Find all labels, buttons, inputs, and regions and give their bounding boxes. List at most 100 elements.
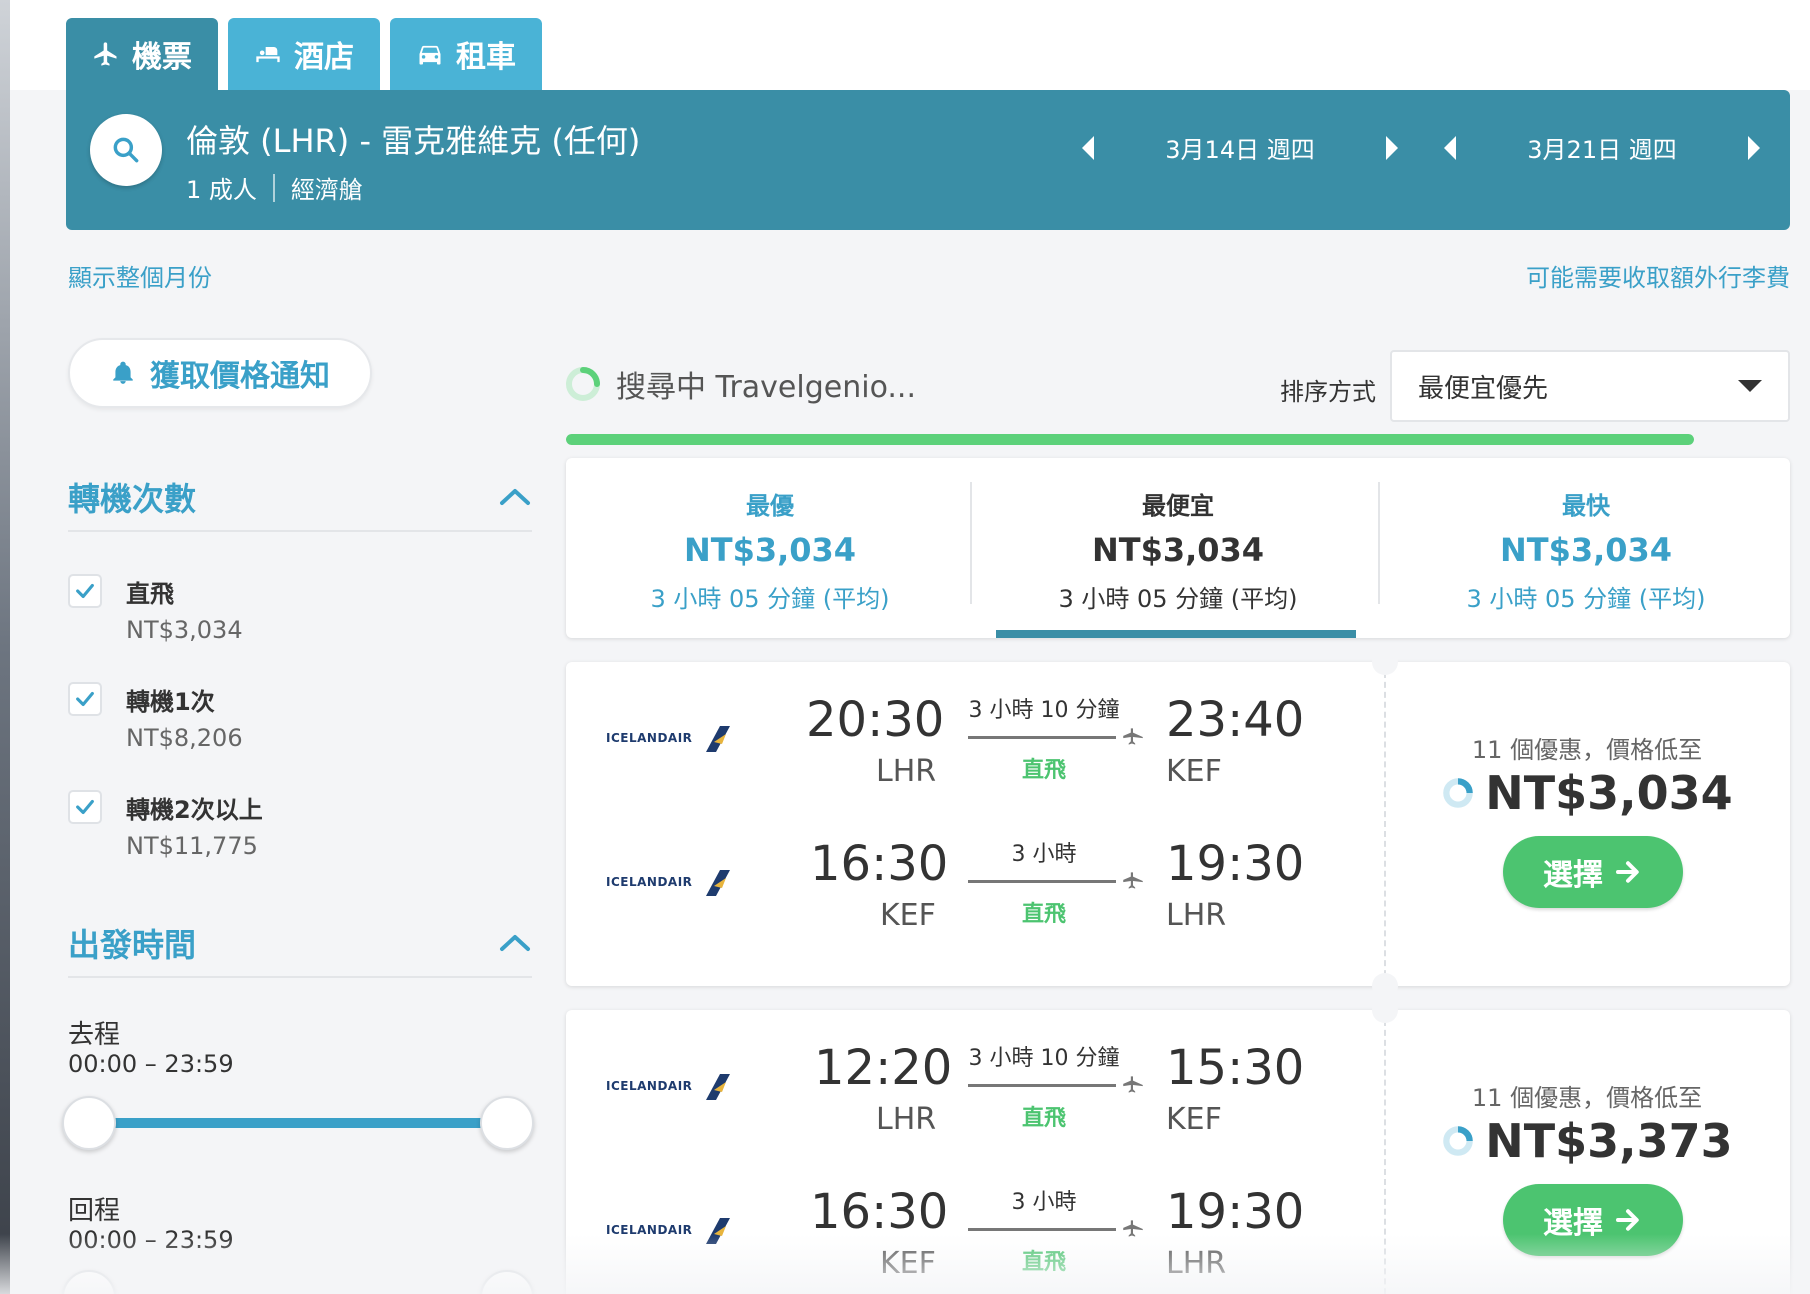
- arrival-airport: LHR: [1166, 898, 1227, 933]
- edit-search-button[interactable]: [90, 114, 162, 186]
- checkmark-icon: [76, 799, 94, 815]
- sort-label: 排序方式: [1280, 378, 1376, 406]
- plane-icon: [1123, 1076, 1143, 1093]
- offers-count: 11 個優惠，價格低至: [1471, 736, 1703, 764]
- show-whole-month-link[interactable]: 顯示整個月份: [68, 258, 212, 293]
- outbound-slider-start-handle[interactable]: [62, 1096, 116, 1150]
- ticket-notch: [1372, 973, 1398, 999]
- outbound-slider-track[interactable]: [90, 1118, 508, 1128]
- stops-label: 直飛: [1021, 1106, 1066, 1131]
- product-tabs: 機票 酒店 租車: [66, 18, 542, 90]
- flight-duration: 3 小時 10 分鐘: [968, 698, 1120, 723]
- summary-cheapest[interactable]: 最便宜 NT$3,034 3 小時 05 分鐘 (平均): [974, 458, 1382, 638]
- select-flight-button[interactable]: 選擇: [1503, 836, 1683, 908]
- airline-logo: ICELANDAIR: [606, 724, 732, 752]
- divider: [68, 530, 532, 532]
- icelandair-tail-icon: [706, 1218, 731, 1244]
- sort-select[interactable]: 最便宜優先: [1390, 350, 1790, 422]
- return-date[interactable]: 3月21日 週四: [1456, 130, 1748, 165]
- flight-leg-outbound: ICELANDAIR 12:20 LHR 3 小時 10 分鐘 直飛 15:30…: [566, 1040, 1384, 1160]
- select-button-label: 選擇: [1543, 858, 1603, 893]
- airline-name: ICELANDAIR: [606, 875, 693, 889]
- loading-spinner-icon: [566, 367, 600, 401]
- passenger-cabin-info[interactable]: 1 成人 經濟艙: [186, 170, 363, 205]
- chevron-up-icon: [500, 935, 530, 951]
- depart-date-picker: 3月14日 週四: [1082, 130, 1398, 165]
- summary-duration: 3 小時 05 分鐘 (平均): [1466, 585, 1706, 613]
- search-status-text: 搜尋中 Travelgenio...: [616, 370, 916, 405]
- checkmark-icon: [76, 691, 94, 707]
- checkmark-icon: [76, 583, 94, 599]
- search-progress-bar: [566, 434, 1694, 445]
- flight-search-page: 機票 酒店 租車 倫敦 (LHR) - 雷克雅維克 (任何) 1 成人 經濟艙 …: [0, 0, 1810, 1294]
- departure-airport: KEF: [880, 1246, 936, 1281]
- select-flight-button[interactable]: 選擇: [1503, 1184, 1683, 1256]
- next-return-date-button[interactable]: [1748, 135, 1760, 160]
- arrival-time: 23:40: [1166, 692, 1305, 748]
- checkbox[interactable]: [68, 574, 102, 608]
- arrow-right-icon: [1616, 1209, 1639, 1231]
- price-alert-label: 獲取價格通知: [150, 359, 330, 394]
- airline-logo: ICELANDAIR: [606, 1072, 732, 1100]
- departure-time-filter-header[interactable]: 出發時間: [68, 920, 532, 966]
- prev-return-date-button[interactable]: [1444, 135, 1456, 160]
- divider: [1378, 482, 1380, 604]
- next-depart-date-button[interactable]: [1386, 135, 1398, 160]
- plane-icon: [1123, 728, 1143, 745]
- checkbox[interactable]: [68, 682, 102, 716]
- search-route[interactable]: 倫敦 (LHR) - 雷克雅維克 (任何): [186, 116, 640, 162]
- result-card: ICELANDAIR 12:20 LHR 3 小時 10 分鐘 直飛 15:30…: [566, 997, 1790, 1294]
- arrival-airport: LHR: [1166, 1246, 1227, 1281]
- return-slider-start-handle[interactable]: [62, 1270, 116, 1294]
- price-alert-button[interactable]: 獲取價格通知: [68, 338, 372, 408]
- tab-hotels[interactable]: 酒店: [228, 18, 380, 90]
- stops-filter-header[interactable]: 轉機次數: [68, 474, 532, 520]
- flight-duration: 3 小時: [1011, 842, 1077, 867]
- summary-best[interactable]: 最優 NT$3,034 3 小時 05 分鐘 (平均): [566, 458, 974, 638]
- offers-count: 11 個優惠，價格低至: [1471, 1084, 1703, 1112]
- result-card: ICELANDAIR 20:30 LHR 3 小時 10 分鐘 直飛 23:40…: [566, 649, 1790, 999]
- stops-label: 直飛: [1021, 902, 1066, 927]
- return-slider-end-handle[interactable]: [480, 1270, 534, 1294]
- icelandair-tail-icon: [706, 1074, 731, 1100]
- airline-logo: ICELANDAIR: [606, 868, 732, 896]
- outbound-label: 去程: [68, 1020, 121, 1050]
- result-price: NT$3,373: [1485, 1114, 1733, 1168]
- divider: [1384, 662, 1386, 986]
- arrival-airport: KEF: [1166, 754, 1222, 789]
- baggage-fee-link[interactable]: 可能需要收取額外行李費: [1526, 258, 1790, 293]
- stops-label: 直飛: [1021, 758, 1066, 783]
- flight-leg-outbound: ICELANDAIR 20:30 LHR 3 小時 10 分鐘 直飛 23:40…: [566, 692, 1384, 812]
- outbound-slider-end-handle[interactable]: [480, 1096, 534, 1150]
- prev-depart-date-button[interactable]: [1082, 135, 1094, 160]
- return-range: 00:00 – 23:59: [68, 1226, 234, 1254]
- result-price: NT$3,034: [1485, 766, 1733, 820]
- summary-price: NT$3,034: [683, 531, 857, 569]
- window-edge: [0, 0, 10, 1294]
- return-label: 回程: [68, 1196, 121, 1226]
- option-price: NT$8,206: [126, 724, 243, 752]
- summary-title: 最快: [1562, 492, 1610, 520]
- depart-date[interactable]: 3月14日 週四: [1094, 130, 1386, 165]
- summary-fastest[interactable]: 最快 NT$3,034 3 小時 05 分鐘 (平均): [1382, 458, 1790, 638]
- arrival-time: 19:30: [1166, 1184, 1305, 1240]
- tab-flights[interactable]: 機票: [66, 18, 218, 90]
- cabin-class: 經濟艙: [290, 176, 363, 204]
- summary-price: NT$3,034: [1499, 531, 1673, 569]
- divider: [970, 482, 972, 604]
- route-line: [968, 880, 1116, 883]
- flight-duration: 3 小時: [1011, 1190, 1077, 1215]
- search-summary-bar: 倫敦 (LHR) - 雷克雅維克 (任何) 1 成人 經濟艙 3月14日 週四 …: [66, 90, 1790, 230]
- divider: [68, 976, 532, 978]
- checkbox[interactable]: [68, 790, 102, 824]
- airline-name: ICELANDAIR: [606, 1223, 693, 1237]
- tab-label: 機票: [132, 40, 192, 75]
- price-row: NT$3,373: [1384, 1114, 1790, 1168]
- departure-time: 16:30: [810, 836, 949, 892]
- icelandair-tail-icon: [706, 726, 731, 752]
- stops-filter-title: 轉機次數: [68, 480, 197, 518]
- stops-label: 直飛: [1021, 1250, 1066, 1275]
- tab-cars[interactable]: 租車: [390, 18, 542, 90]
- passenger-count: 1 成人: [186, 176, 257, 204]
- flight-leg-return: ICELANDAIR 16:30 KEF 3 小時 直飛 19:30 LHR: [566, 1184, 1384, 1294]
